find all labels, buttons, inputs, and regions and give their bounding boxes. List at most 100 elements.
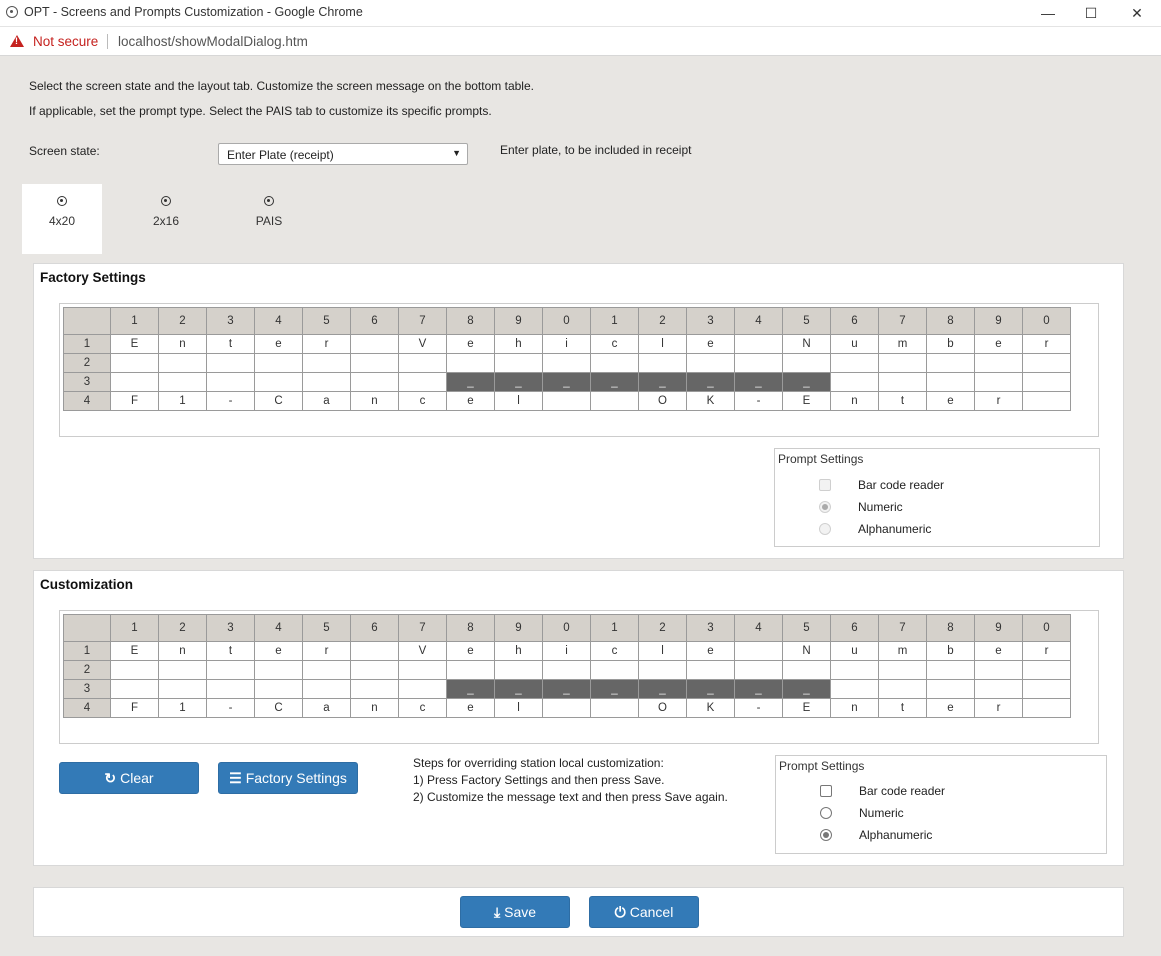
maximize-button[interactable]: ☐: [1068, 0, 1114, 26]
alphanumeric-radio[interactable]: [820, 829, 832, 841]
grid-cell[interactable]: e: [254, 641, 303, 661]
grid-cell[interactable]: l: [494, 698, 543, 718]
grid-cell[interactable]: [734, 641, 783, 661]
warning-icon[interactable]: !: [10, 35, 24, 47]
grid-cell[interactable]: [398, 679, 447, 699]
url-text[interactable]: localhost/showModalDialog.htm: [118, 34, 308, 49]
grid-cell[interactable]: l: [638, 641, 687, 661]
grid-cell[interactable]: e: [686, 641, 735, 661]
grid-cell[interactable]: [110, 679, 159, 699]
grid-cell[interactable]: r: [302, 641, 351, 661]
grid-cell[interactable]: [974, 660, 1023, 680]
grid-cell[interactable]: t: [878, 698, 927, 718]
grid-cell[interactable]: K: [686, 698, 735, 718]
grid-cell[interactable]: _: [638, 679, 687, 699]
grid-cell[interactable]: c: [590, 641, 639, 661]
grid-cell[interactable]: E: [110, 641, 159, 661]
tab-2x16[interactable]: 2x16: [126, 184, 206, 254]
grid-cell[interactable]: _: [542, 679, 591, 699]
grid-cell[interactable]: C: [254, 698, 303, 718]
address-bar[interactable]: ! Not secure localhost/showModalDialog.h…: [0, 27, 1161, 56]
grid-cell[interactable]: n: [158, 641, 207, 661]
grid-cell[interactable]: N: [782, 641, 831, 661]
grid-cell[interactable]: i: [542, 641, 591, 661]
grid-cell[interactable]: _: [446, 679, 495, 699]
grid-cell[interactable]: [350, 679, 399, 699]
grid-cell[interactable]: e: [446, 698, 495, 718]
column-header: 9: [974, 307, 1023, 335]
grid-cell[interactable]: E: [782, 698, 831, 718]
grid-cell[interactable]: e: [974, 641, 1023, 661]
grid-cell[interactable]: [1022, 698, 1071, 718]
grid-cell[interactable]: [254, 660, 303, 680]
grid-cell[interactable]: [974, 679, 1023, 699]
grid-cell[interactable]: -: [206, 698, 255, 718]
grid-cell[interactable]: [830, 679, 879, 699]
grid-cell[interactable]: [686, 660, 735, 680]
column-header: 6: [350, 307, 399, 335]
cancel-button[interactable]: ⏻ Cancel: [589, 896, 699, 928]
grid-cell[interactable]: n: [350, 698, 399, 718]
grid-cell[interactable]: _: [734, 679, 783, 699]
grid-cell[interactable]: a: [302, 698, 351, 718]
grid-cell[interactable]: e: [446, 641, 495, 661]
grid-cell[interactable]: t: [206, 641, 255, 661]
grid-cell[interactable]: [110, 660, 159, 680]
grid-cell[interactable]: [926, 660, 975, 680]
clear-button[interactable]: ↻ Clear: [59, 762, 199, 794]
grid-cell[interactable]: r: [1022, 641, 1071, 661]
grid-cell[interactable]: m: [878, 641, 927, 661]
grid-cell[interactable]: b: [926, 641, 975, 661]
grid-cell[interactable]: r: [974, 698, 1023, 718]
grid-cell[interactable]: V: [398, 641, 447, 661]
bar-code-checkbox[interactable]: [820, 785, 832, 797]
grid-cell[interactable]: F: [110, 698, 159, 718]
grid-cell[interactable]: n: [830, 698, 879, 718]
grid-cell[interactable]: [878, 660, 927, 680]
grid-cell[interactable]: [878, 679, 927, 699]
tab-4x20[interactable]: 4x20: [22, 184, 102, 254]
grid-cell[interactable]: c: [398, 698, 447, 718]
grid-cell[interactable]: [734, 660, 783, 680]
grid-cell[interactable]: 1: [158, 698, 207, 718]
security-label[interactable]: Not secure: [33, 34, 98, 49]
grid-cell[interactable]: [302, 660, 351, 680]
grid-cell[interactable]: -: [734, 698, 783, 718]
grid-cell[interactable]: [1022, 660, 1071, 680]
grid-cell[interactable]: [254, 679, 303, 699]
grid-cell[interactable]: _: [590, 679, 639, 699]
grid-cell[interactable]: [158, 660, 207, 680]
grid-cell[interactable]: [302, 679, 351, 699]
grid-cell[interactable]: [638, 660, 687, 680]
grid-cell[interactable]: h: [494, 641, 543, 661]
numeric-radio[interactable]: [820, 807, 832, 819]
grid-cell[interactable]: [830, 660, 879, 680]
grid-cell[interactable]: [398, 660, 447, 680]
grid-cell[interactable]: [350, 641, 399, 661]
grid-cell[interactable]: [350, 660, 399, 680]
factory-settings-button[interactable]: ☰ Factory Settings: [218, 762, 358, 794]
tab-pais[interactable]: PAIS: [229, 184, 309, 254]
screen-state-select[interactable]: Enter Plate (receipt) ▼: [218, 143, 468, 165]
minimize-button[interactable]: —: [1025, 0, 1071, 26]
grid-cell[interactable]: [206, 679, 255, 699]
grid-cell[interactable]: [542, 660, 591, 680]
grid-cell[interactable]: u: [830, 641, 879, 661]
grid-cell[interactable]: [590, 660, 639, 680]
grid-cell[interactable]: [590, 698, 639, 718]
grid-cell[interactable]: [206, 660, 255, 680]
save-button[interactable]: ⤓ Save: [460, 896, 570, 928]
grid-cell[interactable]: [1022, 679, 1071, 699]
grid-cell[interactable]: [782, 660, 831, 680]
close-button[interactable]: ✕: [1114, 0, 1160, 26]
grid-cell[interactable]: _: [782, 679, 831, 699]
grid-cell[interactable]: [542, 698, 591, 718]
grid-cell[interactable]: O: [638, 698, 687, 718]
grid-cell[interactable]: [446, 660, 495, 680]
grid-cell[interactable]: _: [494, 679, 543, 699]
grid-cell[interactable]: [158, 679, 207, 699]
grid-cell[interactable]: [494, 660, 543, 680]
grid-cell[interactable]: e: [926, 698, 975, 718]
grid-cell[interactable]: [926, 679, 975, 699]
grid-cell[interactable]: _: [686, 679, 735, 699]
